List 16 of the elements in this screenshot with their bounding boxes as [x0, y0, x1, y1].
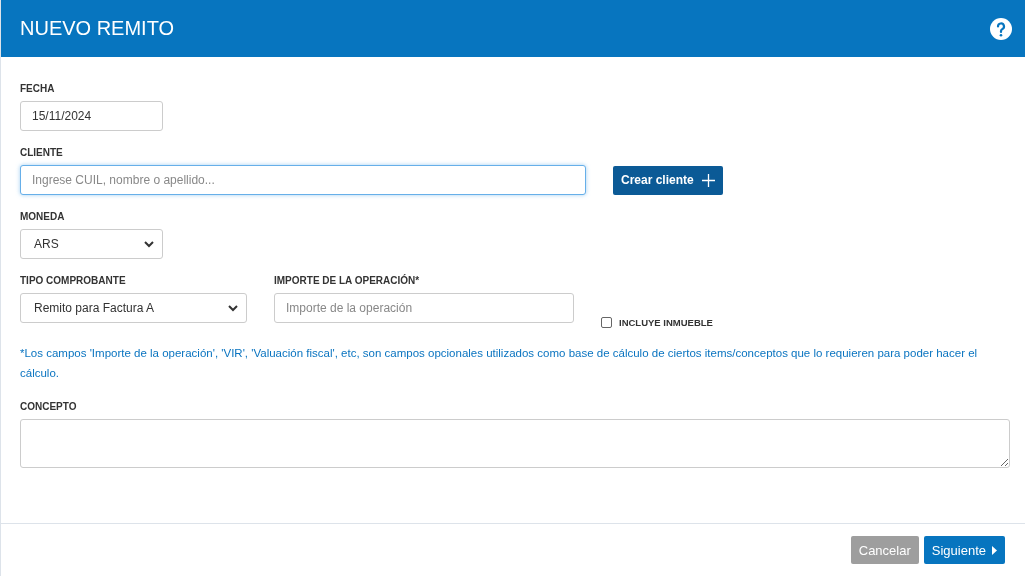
- date-field[interactable]: 15/11/2024: [20, 101, 163, 131]
- create-client-button[interactable]: Crear cliente: [613, 165, 723, 195]
- info-note: *Los campos 'Importe de la operación', 'VIR', 'Valuación fiscal', etc, son campos opcionales utilizados como base de cálculo de ciertos items/conceptos que lo requieren para poder hacer el cálculo.: [20, 346, 979, 381]
- next-button[interactable]: Siguiente: [923, 536, 1005, 564]
- field-label: MONEDA: [20, 211, 66, 222]
- amount-field[interactable]: Importe de la operación: [274, 293, 574, 323]
- field-label: IMPORTE DE LA OPERACIÓN*: [274, 275, 421, 286]
- voucher-type-select[interactable]: Remito para Factura A: [20, 293, 247, 323]
- field-label: TIPO COMPROBANTE: [20, 275, 127, 286]
- client-search-field[interactable]: Ingrese CUIL, nombre o apellido...: [20, 165, 586, 195]
- currency-select[interactable]: ARS: [20, 229, 163, 259]
- field-label: CLIENTE: [20, 147, 64, 158]
- checkbox-label: INCLUYE INMUEBLE: [619, 316, 713, 328]
- field-label: FECHA: [20, 83, 56, 94]
- field-label: CONCEPTO: [20, 401, 78, 412]
- page-title: NUEVO REMITO: [20, 17, 175, 40]
